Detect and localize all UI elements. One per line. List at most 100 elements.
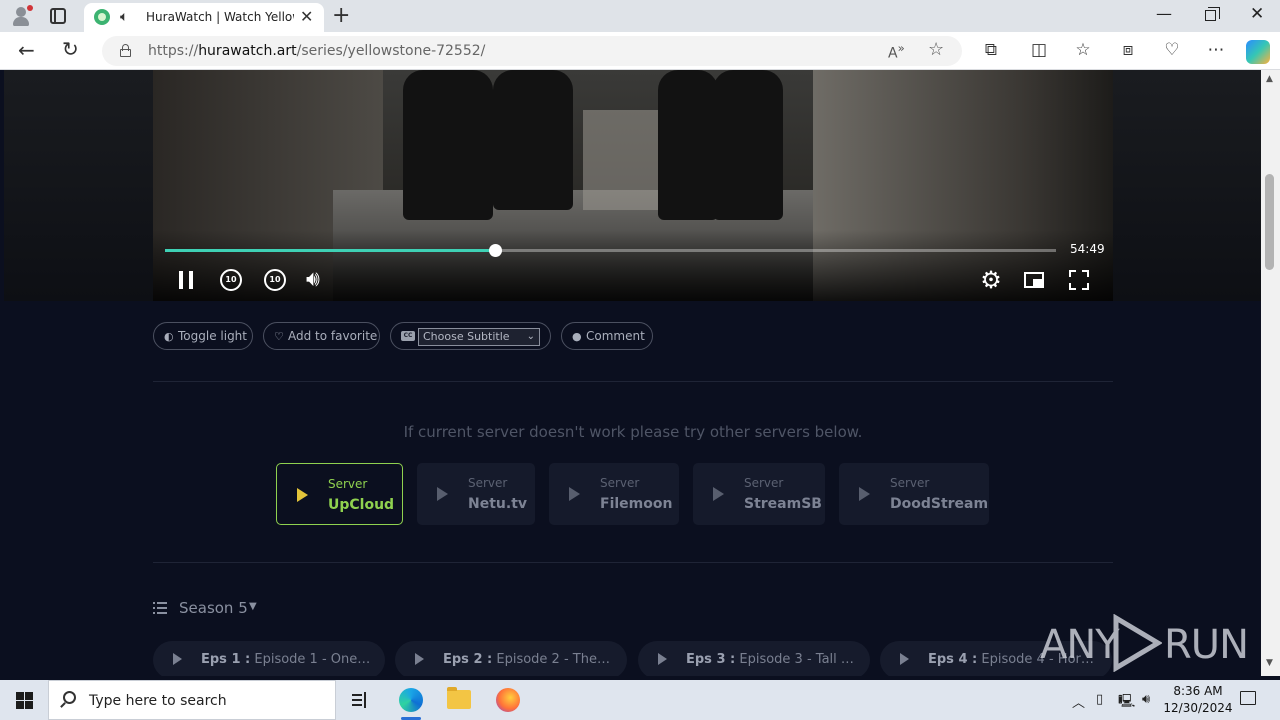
subtitle-select[interactable]: Choose Subtitle ⌄	[418, 328, 540, 346]
reload-icon[interactable]: ↻	[62, 37, 79, 61]
server-note: If current server doesn't work please tr…	[403, 423, 863, 441]
settings-gear-icon[interactable]: ⚙	[978, 267, 1004, 293]
windows-taskbar: Type here to search ︿ ▯ 🖳︎ 🔊︎ 8:36 AM 12…	[0, 680, 1280, 720]
toggle-light-button[interactable]: ◐ Toggle light	[153, 322, 253, 350]
seek-bar-played	[165, 249, 495, 252]
extensions-icon[interactable]: ⧉	[981, 40, 1001, 60]
divider	[153, 562, 1113, 563]
copilot-icon[interactable]	[1246, 40, 1270, 64]
play-icon	[859, 487, 870, 501]
more-options-icon[interactable]: ⋯	[1206, 40, 1226, 60]
screen: 🔈︎ HuraWatch | Watch Yellowstone ✕ + — ✕…	[0, 0, 1280, 720]
subtitle-chooser[interactable]: CC Choose Subtitle ⌄	[390, 322, 551, 350]
show-hidden-icons-chevron-icon[interactable]: ︿	[1072, 692, 1085, 711]
read-aloud-icon[interactable]: A»	[888, 41, 905, 62]
task-view-button[interactable]	[336, 680, 384, 720]
new-tab-icon[interactable]: +	[332, 3, 350, 28]
server-upcloud-button[interactable]: Server UpCloud	[276, 463, 403, 525]
notification-center-icon[interactable]	[1240, 691, 1256, 705]
comment-button[interactable]: ● Comment	[561, 322, 653, 350]
seek-bar[interactable]	[165, 244, 1056, 257]
rewind-10-icon[interactable]: 10	[218, 267, 244, 293]
taskbar-edge-button[interactable]	[387, 680, 435, 720]
server-doodstream-button[interactable]: Server DoodStream	[839, 463, 989, 525]
server-filemoon-button[interactable]: Server Filemoon	[549, 463, 679, 525]
server-streamsb-button[interactable]: Server StreamSB	[693, 463, 825, 525]
taskbar-search-box[interactable]: Type here to search	[48, 680, 336, 720]
play-icon	[713, 487, 724, 501]
play-icon	[437, 487, 448, 501]
split-screen-icon[interactable]: ◫	[1029, 40, 1049, 60]
play-icon	[297, 488, 308, 502]
video-player[interactable]	[153, 70, 1113, 301]
address-bar[interactable]: https://hurawatch.art/series/yellowstone…	[102, 36, 962, 66]
contrast-icon: ◐	[164, 330, 174, 343]
battery-icon[interactable]: ▯	[1096, 692, 1103, 707]
page-scrollbar[interactable]: ▲ ▼	[1261, 70, 1280, 676]
back-icon[interactable]: ←	[18, 38, 35, 62]
divider	[153, 381, 1113, 382]
scroll-down-icon[interactable]: ▼	[1266, 658, 1273, 668]
lock-icon[interactable]	[120, 44, 131, 57]
minimize-window-icon[interactable]: —	[1156, 4, 1172, 23]
volume-tray-icon[interactable]: 🔊︎	[1142, 692, 1150, 707]
anyrun-watermark-logo: ANY RUN	[1040, 610, 1249, 676]
play-icon	[569, 487, 580, 501]
task-view-icon	[352, 692, 368, 708]
search-icon	[63, 691, 76, 704]
volume-icon[interactable]: 🔊︎	[306, 267, 332, 293]
taskbar-file-explorer-button[interactable]	[435, 680, 483, 720]
play-icon	[415, 653, 424, 665]
fullscreen-icon[interactable]	[1066, 267, 1092, 293]
profile-icon[interactable]	[10, 5, 33, 27]
closed-caption-icon: CC	[401, 331, 415, 341]
scene-figure	[403, 70, 493, 220]
collections-icon[interactable]: ⧈	[1118, 40, 1138, 60]
scroll-up-icon[interactable]: ▲	[1266, 74, 1273, 84]
browser-tab-hurawatch[interactable]: 🔈︎ HuraWatch | Watch Yellowstone ✕	[84, 3, 324, 32]
close-tab-icon[interactable]: ✕	[300, 7, 313, 26]
scrollbar-thumb[interactable]	[1265, 174, 1274, 270]
browser-essentials-icon[interactable]: ♡	[1162, 40, 1182, 60]
server-netu-button[interactable]: Server Netu.tv	[417, 463, 535, 525]
system-clock[interactable]: 8:36 AM 12/30/2024	[1162, 683, 1234, 717]
heart-icon: ♡	[274, 330, 284, 343]
play-icon	[900, 653, 909, 665]
add-to-favorite-button[interactable]: ♡ Add to favorite	[263, 322, 380, 350]
url-text[interactable]: https://hurawatch.art/series/yellowstone…	[148, 43, 485, 59]
scene-figure	[493, 70, 573, 210]
play-icon	[658, 653, 667, 665]
windows-start-icon[interactable]	[16, 692, 33, 709]
chevron-down-icon: ⌄	[526, 331, 535, 342]
tab-actions-icon[interactable]	[50, 8, 66, 24]
list-icon	[153, 602, 167, 614]
episode-button[interactable]: Eps 2 : Episode 2 - The Sting of Wisdom	[395, 641, 627, 676]
picture-in-picture-icon[interactable]	[1022, 267, 1048, 293]
episode-button[interactable]: Eps 1 : Episode 1 - One Hundred Years Is…	[153, 641, 385, 676]
site-favicon-icon	[94, 9, 110, 25]
caret-down-icon: ▼	[249, 601, 257, 612]
folder-icon	[447, 687, 471, 709]
seek-handle[interactable]	[488, 244, 502, 257]
episode-button[interactable]: Eps 3 : Episode 3 - Tall Drink of Water	[638, 641, 870, 676]
pause-icon[interactable]	[175, 267, 201, 293]
scene-figure	[713, 70, 783, 220]
network-icon[interactable]: 🖳︎	[1118, 692, 1135, 714]
play-icon	[173, 653, 182, 665]
browser-toolbar: ← ↻ https://hurawatch.art/series/yellows…	[0, 32, 1280, 70]
tab-audio-icon[interactable]: 🔈︎	[120, 9, 128, 25]
browser-tab-bar: 🔈︎ HuraWatch | Watch Yellowstone ✕ + — ✕	[0, 0, 1280, 32]
comment-bubble-icon: ●	[572, 330, 582, 343]
page-content: 54:49 10 10 🔊︎ ⚙ ◐ Toggle light ♡ Add to f…	[4, 70, 1261, 676]
tab-title: HuraWatch | Watch Yellowstone	[146, 10, 294, 24]
video-time: 54:49	[1070, 242, 1105, 256]
close-window-icon[interactable]: ✕	[1250, 4, 1264, 24]
firefox-icon	[496, 688, 520, 712]
taskbar-firefox-button[interactable]	[484, 680, 532, 720]
scene-figure	[658, 70, 718, 220]
favorites-icon[interactable]: ☆	[1073, 40, 1093, 60]
restore-window-icon[interactable]	[1205, 7, 1220, 21]
add-favorite-star-icon[interactable]: ☆	[928, 39, 944, 60]
edge-icon	[399, 688, 423, 712]
forward-10-icon[interactable]: 10	[262, 267, 288, 293]
